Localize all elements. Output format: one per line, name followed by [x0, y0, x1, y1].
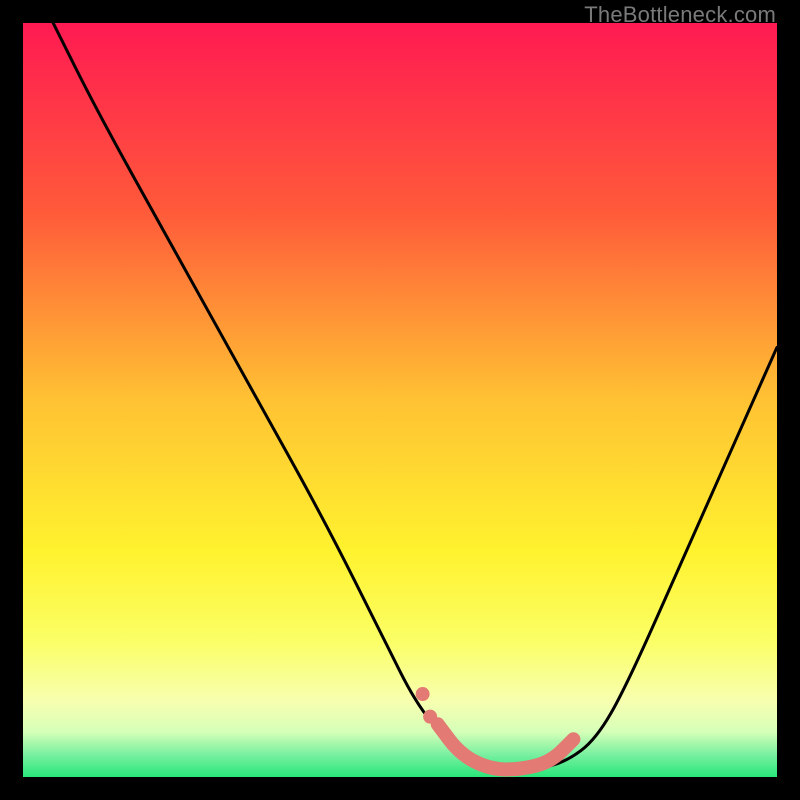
optimal-range-highlight	[438, 724, 574, 769]
highlight-dot	[423, 710, 437, 724]
bottleneck-curve	[53, 23, 777, 769]
watermark-text: TheBottleneck.com	[584, 2, 776, 28]
plot-area	[23, 23, 777, 777]
highlight-dot	[416, 687, 430, 701]
chart-lines	[23, 23, 777, 777]
chart-frame: TheBottleneck.com	[0, 0, 800, 800]
